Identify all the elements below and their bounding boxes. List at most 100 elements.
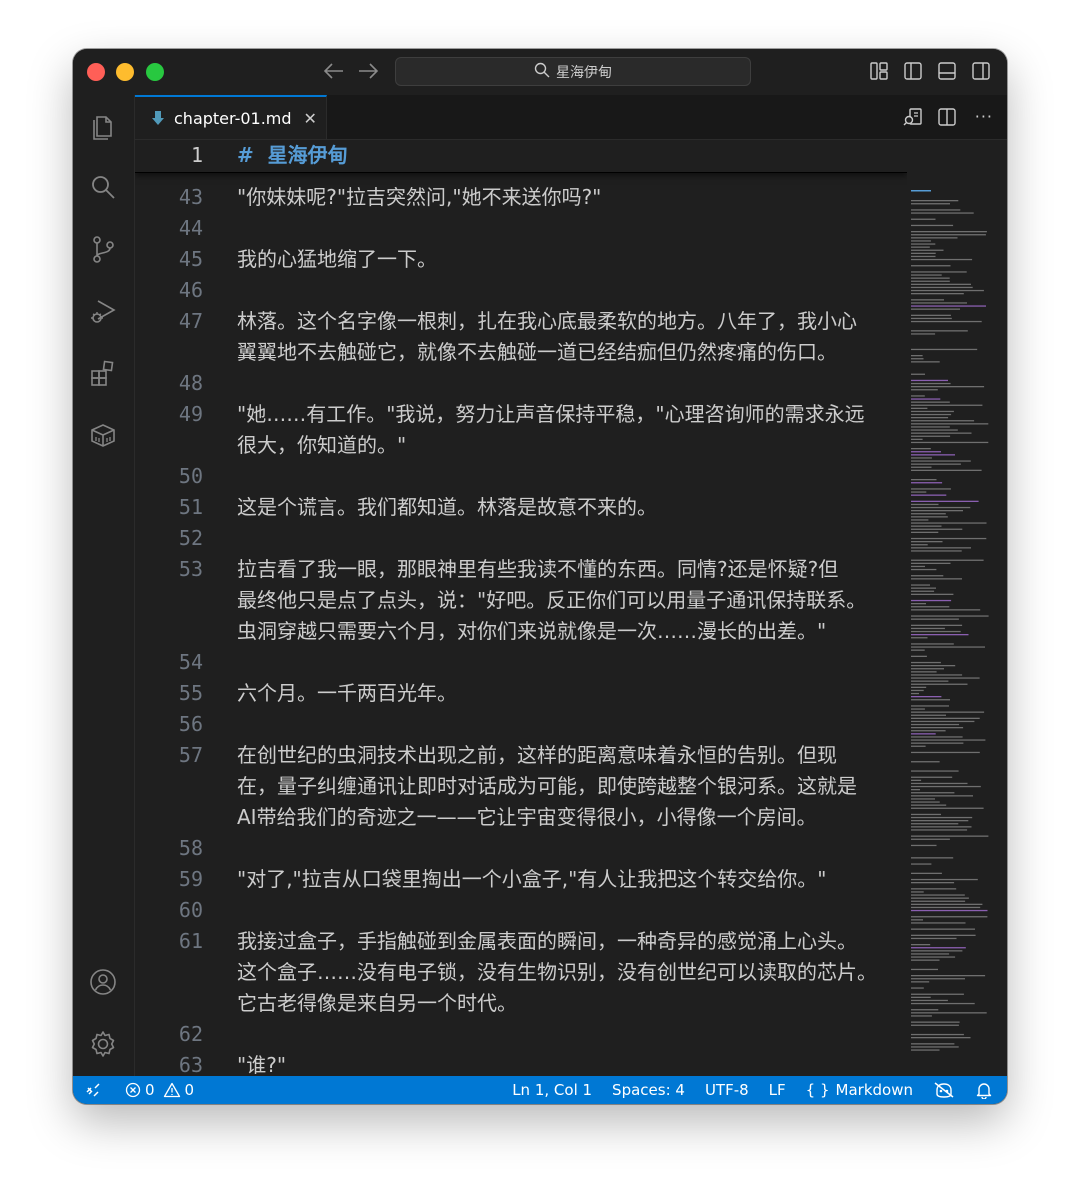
line-number: 47 [178,309,203,333]
line-text: 在创世纪的虫洞技术出现之前，这样的距离意味着永恒的告别。但现 [237,743,837,767]
title-bar: 星海伊甸 [73,49,1007,96]
minimap-line-mark [911,510,963,512]
remote-explorer-icon[interactable] [88,420,118,450]
files-icon[interactable] [88,111,118,141]
minimap-line-mark [911,240,931,242]
forward-arrow-icon[interactable] [357,61,379,84]
command-center-search[interactable]: 星海伊甸 [395,57,751,86]
minimap-line-mark [911,237,958,239]
minimap-line-mark [911,212,974,214]
minimap-line-mark [911,630,961,633]
back-arrow-icon[interactable] [323,61,345,84]
extensions-icon[interactable] [88,358,118,388]
indentation[interactable]: Spaces: 4 [612,1081,685,1099]
toggle-secondary-sidebar-icon[interactable] [971,61,991,81]
minimap-line-mark [911,1012,987,1014]
end-of-line[interactable]: LF [769,1081,786,1099]
minimap-line-mark [911,330,968,332]
line-text: 这个盒子……没有电子锁，没有生物识别，没有创世纪可以读取的芯片。 [237,960,877,984]
line-number: 51 [178,495,203,519]
minimap-line-mark [911,224,954,227]
search-text: 星海伊甸 [556,64,612,81]
copilot-disabled-icon[interactable] [933,1081,955,1099]
minimap-line-mark [911,1002,975,1005]
minimap-line-mark [911,407,928,409]
minimap-line-mark [911,562,951,564]
minimap-line-mark [911,358,924,360]
minimap-line-mark [911,996,931,998]
line-number: 59 [178,867,203,891]
minimap-line-mark [911,916,988,918]
run-debug-icon[interactable] [88,296,118,326]
problems-indicator[interactable]: 0 0 [125,1076,194,1104]
language-mode[interactable]: { } Markdown [806,1081,913,1099]
remote-indicator[interactable] [73,1076,113,1104]
minimap-line-mark [911,838,950,840]
minimap-line-mark [911,739,986,741]
warning-count: 0 [184,1081,195,1099]
minimap-line-mark [911,603,926,605]
toggle-primary-sidebar-icon[interactable] [903,61,923,81]
minimap-line-mark [911,705,949,707]
minimap[interactable] [907,140,1007,1076]
line-text: "对了,"拉吉从口袋里掏出一个小盒子,"有人让我把这个转交给你。" [237,867,827,891]
minimap-line-mark [911,947,966,949]
zoom-window-button[interactable] [146,63,164,81]
minimap-line-mark [911,615,989,617]
open-preview-to-side-icon[interactable] [903,107,923,127]
line-number: 54 [178,650,203,674]
minimap-line-mark [911,333,936,335]
minimap-line-mark [911,655,927,657]
line-text: 林落。这个名字像一根刺，扎在我心底最柔软的地方。八年了，我小心 [237,309,857,333]
cursor-position[interactable]: Ln 1, Col 1 [512,1081,592,1099]
minimap-line-mark [911,826,972,828]
line-text: 我的心猛地缩了一下。 [237,247,437,271]
minimap-line-mark [911,782,968,785]
minimap-line-mark [911,218,936,220]
language-label: Markdown [835,1081,913,1099]
split-editor-icon[interactable] [937,107,957,127]
minimap-line-mark [911,398,941,400]
minimap-line-mark [911,686,927,688]
minimap-line-mark [911,661,941,664]
sticky-scroll-header[interactable]: 1 # 星海伊甸 [135,140,907,173]
notifications-bell-icon[interactable] [975,1081,993,1099]
minimap-line-mark [911,469,982,471]
encoding[interactable]: UTF-8 [705,1081,749,1099]
minimap-line-mark [911,361,940,363]
minimap-line-mark [911,565,925,568]
markdown-file-icon [152,111,164,125]
minimap-line-mark [911,968,938,971]
minimap-line-mark [911,382,951,385]
minimap-line-mark [911,451,941,453]
minimap-line-mark [911,401,950,403]
customize-layout-icon[interactable] [869,61,889,81]
minimap-line-mark [911,454,955,456]
minimap-line-mark [911,785,981,788]
minimap-line-mark [911,513,946,515]
minimap-line-mark [911,1021,960,1023]
minimap-line-mark [911,1043,955,1045]
settings-gear-icon[interactable] [88,1029,118,1059]
minimap-line-mark [911,435,951,437]
minimize-window-button[interactable] [116,63,134,81]
minimap-line-mark [911,999,948,1002]
more-actions-icon[interactable]: ··· [975,109,993,125]
minimap-line-mark [911,888,957,890]
error-count: 0 [145,1081,155,1099]
line-number: 46 [178,278,203,302]
editor-text-area[interactable]: 1 # 星海伊甸 43 "你妹妹呢?"拉吉突然问,"她不来送你吗?" 44 45 我的心… [135,140,907,1076]
close-window-button[interactable] [87,63,105,81]
minimap-line-mark [911,723,960,726]
line-text: 六个月。一千两百光年。 [237,681,457,705]
toggle-panel-icon[interactable] [937,61,957,81]
close-icon[interactable]: ✕ [304,109,317,128]
line-text: 最终他只是点了点头，说："好吧。反正你们可以用量子通讯保持联系。 [237,588,867,612]
braces-icon: { } [805,1081,830,1099]
tab-chapter-01[interactable]: chapter-01.md ✕ [135,95,327,139]
minimap-line-mark [911,277,950,279]
minimap-line-mark [911,751,980,754]
account-icon[interactable] [88,967,118,997]
search-icon[interactable] [88,172,118,202]
source-control-icon[interactable] [88,234,118,264]
